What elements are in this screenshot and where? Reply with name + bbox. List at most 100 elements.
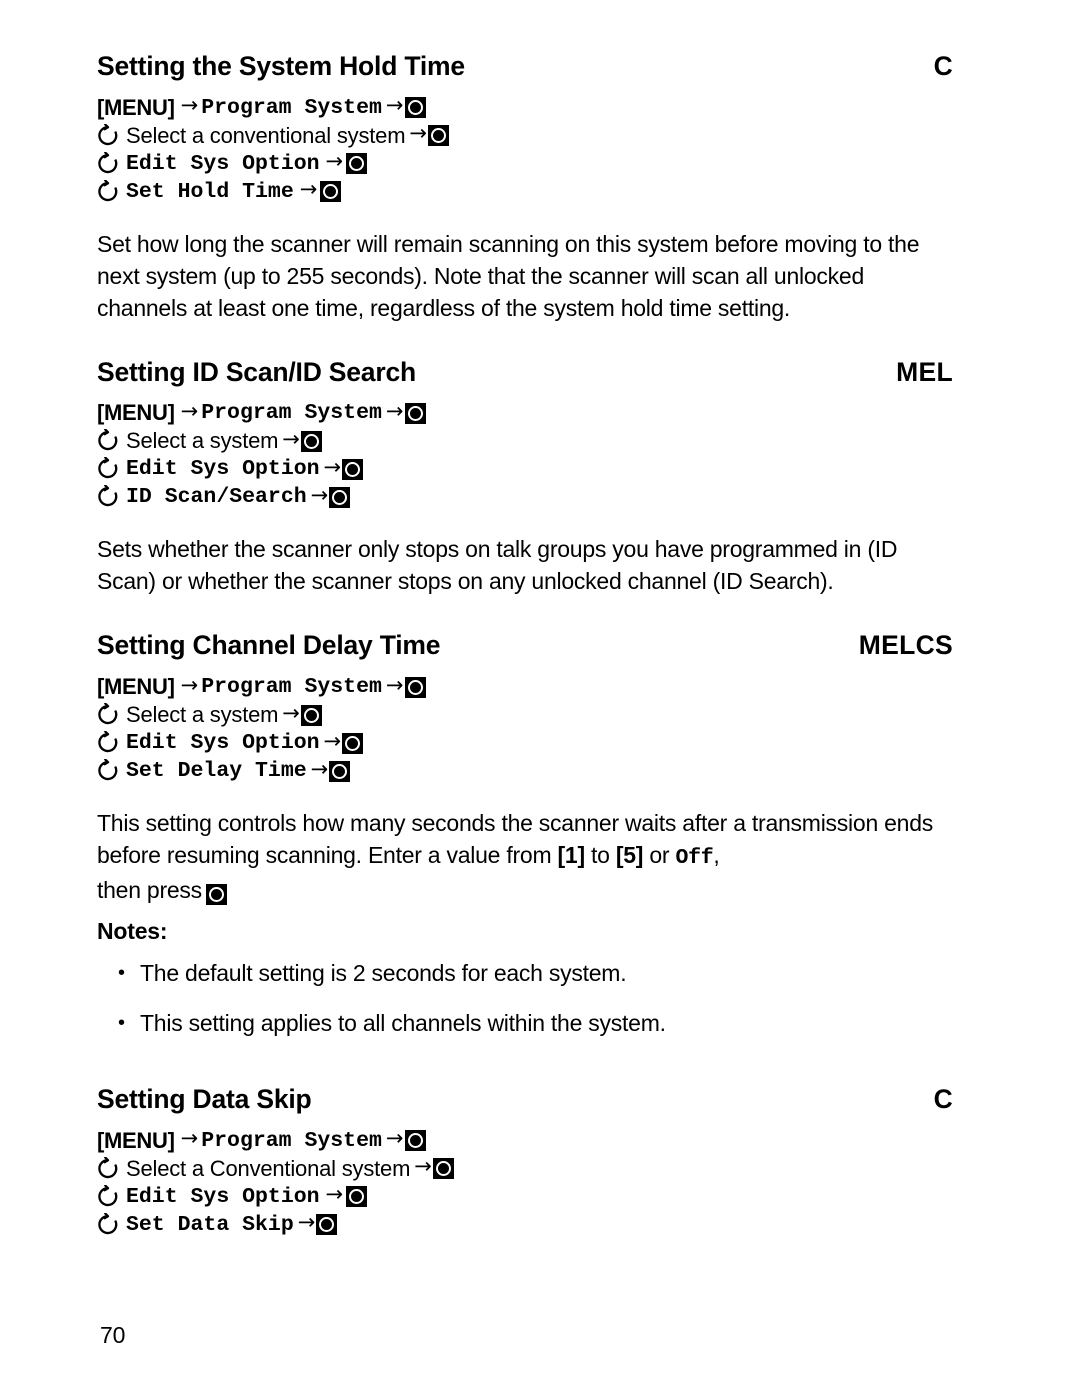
key-round-button-icon: [432, 1158, 454, 1180]
rotate-knob-icon: [97, 1184, 119, 1209]
arrow-icon: →: [180, 1126, 199, 1151]
menu-step-label: Select a system: [126, 428, 279, 454]
value-low: [1]: [557, 842, 586, 869]
bullet-icon: •: [118, 962, 125, 985]
section-code-badge: C: [933, 51, 953, 81]
menu-command-label: Set Delay Time: [126, 759, 307, 784]
section-body-text-delay: This setting controls how many seconds t…: [97, 807, 953, 906]
arrow-icon: →: [385, 672, 404, 697]
arrow-icon: →: [297, 1210, 316, 1235]
menu-path-line: Edit Sys Option →: [97, 729, 953, 757]
delay-text-part-1: This setting controls how many seconds t…: [97, 810, 934, 869]
menu-step-label: Select a system: [126, 702, 279, 728]
notes-label: Notes:: [97, 918, 168, 945]
arrow-icon: →: [385, 1126, 404, 1151]
key-round-button-icon: [342, 732, 364, 754]
manual-page: Setting the System Hold Time C [MENU] → …: [0, 0, 1080, 1397]
section-code-badge: C: [933, 1084, 953, 1115]
arrow-icon: →: [180, 672, 199, 697]
key-round-button-icon: [404, 676, 426, 698]
menu-path-system-hold-time: [MENU] → Program System → Select a conve…: [97, 94, 953, 206]
menu-command-label: Program System: [201, 1128, 382, 1153]
arrow-icon: →: [323, 728, 342, 753]
menu-path-data-skip: [MENU] → Program System → Select a Conve…: [97, 1127, 953, 1239]
arrow-icon: →: [310, 482, 329, 507]
note-text: The default setting is 2 seconds for eac…: [140, 960, 627, 987]
menu-path-line: Select a conventional system →: [97, 122, 953, 150]
delay-text-part-4: ,: [713, 842, 720, 869]
section-heading-data-skip: Setting Data Skip C: [97, 1084, 953, 1115]
rotate-knob-icon: [97, 457, 119, 481]
arrow-icon: →: [325, 149, 344, 174]
rotate-knob-icon: [97, 1212, 119, 1237]
menu-step-label: Select a Conventional system: [126, 1155, 411, 1181]
key-round-button-icon: [404, 1130, 426, 1152]
section-title: Setting Channel Delay Time: [97, 630, 441, 661]
section-body-text: Set how long the scanner will remain sca…: [97, 230, 920, 321]
arrow-icon: →: [414, 1154, 432, 1179]
arrow-icon: →: [310, 756, 329, 781]
key-round-button-icon: [300, 430, 322, 452]
menu-path-line: [MENU] → Program System →: [97, 399, 953, 427]
page-number: 70: [100, 1322, 126, 1348]
rotate-knob-icon: [97, 1156, 119, 1181]
menu-command-label: Edit Sys Option: [126, 1184, 320, 1209]
delay-text-part-2: to: [584, 842, 616, 869]
section-title: Setting ID Scan/ID Search: [97, 356, 416, 387]
section-heading-channel-delay-time: Setting Channel Delay Time MELCS: [97, 631, 953, 661]
menu-command-label: Set Hold Time: [126, 179, 294, 204]
menu-command-label: Edit Sys Option: [126, 151, 320, 176]
note-text: This setting applies to all channels wit…: [140, 1010, 666, 1037]
rotate-knob-icon: [97, 759, 119, 783]
arrow-icon: →: [299, 177, 318, 202]
arrow-icon: →: [323, 454, 342, 479]
menu-button-label: [MENU]: [97, 400, 175, 426]
arrow-icon: →: [180, 398, 199, 423]
menu-path-line: Select a system →: [97, 701, 953, 729]
value-off: Off: [675, 846, 714, 871]
menu-path-line: Select a system →: [97, 427, 953, 455]
key-round-button-icon: [329, 486, 351, 508]
menu-command-label: Program System: [201, 401, 382, 426]
delay-text-part-5: then press: [97, 877, 202, 904]
menu-command-label: Program System: [201, 95, 382, 120]
menu-path-id-scan-id-search: [MENU] → Program System → Select a syste…: [97, 399, 953, 511]
arrow-icon: →: [385, 93, 404, 118]
menu-path-line: Set Data Skip →: [97, 1211, 953, 1239]
arrow-icon: →: [282, 426, 300, 451]
section-body-text: Sets whether the scanner only stops on t…: [97, 536, 898, 595]
arrow-icon: →: [409, 121, 427, 146]
rotate-knob-icon: [97, 703, 119, 727]
page-content: Setting the System Hold Time C [MENU] → …: [97, 51, 953, 1239]
note-list-item: • The default setting is 2 seconds for e…: [118, 957, 953, 989]
menu-command-label: Edit Sys Option: [126, 731, 320, 756]
menu-button-label: [MENU]: [97, 674, 175, 700]
key-round-button-icon: [404, 97, 426, 119]
arrow-icon: →: [325, 1182, 344, 1207]
menu-path-line: Edit Sys Option →: [97, 1183, 953, 1211]
note-list-item: • This setting applies to all channels w…: [118, 1007, 953, 1039]
rotate-knob-icon: [97, 731, 119, 755]
menu-path-line: [MENU] → Program System →: [97, 94, 953, 122]
delay-text-part-3: or: [643, 842, 676, 869]
key-round-button-icon: [404, 402, 426, 424]
section-code-badge: MEL: [896, 356, 953, 387]
menu-button-label: [MENU]: [97, 94, 175, 120]
bullet-icon: •: [118, 1012, 125, 1035]
key-round-button-icon: [300, 704, 322, 726]
value-high: [5]: [615, 842, 644, 869]
key-round-button-icon: [329, 760, 351, 782]
key-round-button-icon: [320, 181, 342, 203]
menu-path-line: Set Delay Time →: [97, 757, 953, 785]
key-round-button-icon: [342, 458, 364, 480]
menu-command-label: Program System: [201, 675, 382, 700]
menu-path-line: Edit Sys Option →: [97, 150, 953, 178]
section-heading-id-scan-id-search: Setting ID Scan/ID Search MEL: [97, 356, 953, 388]
menu-command-label: Set Data Skip: [126, 1212, 294, 1237]
arrow-icon: →: [385, 398, 404, 423]
page-title: Setting the System Hold Time: [97, 51, 465, 81]
menu-command-label: ID Scan/Search: [126, 485, 307, 510]
menu-path-line: [MENU] → Program System →: [97, 673, 953, 701]
section-heading-system-hold-time: Setting the System Hold Time C: [97, 51, 953, 82]
key-round-button-icon: [427, 125, 449, 147]
